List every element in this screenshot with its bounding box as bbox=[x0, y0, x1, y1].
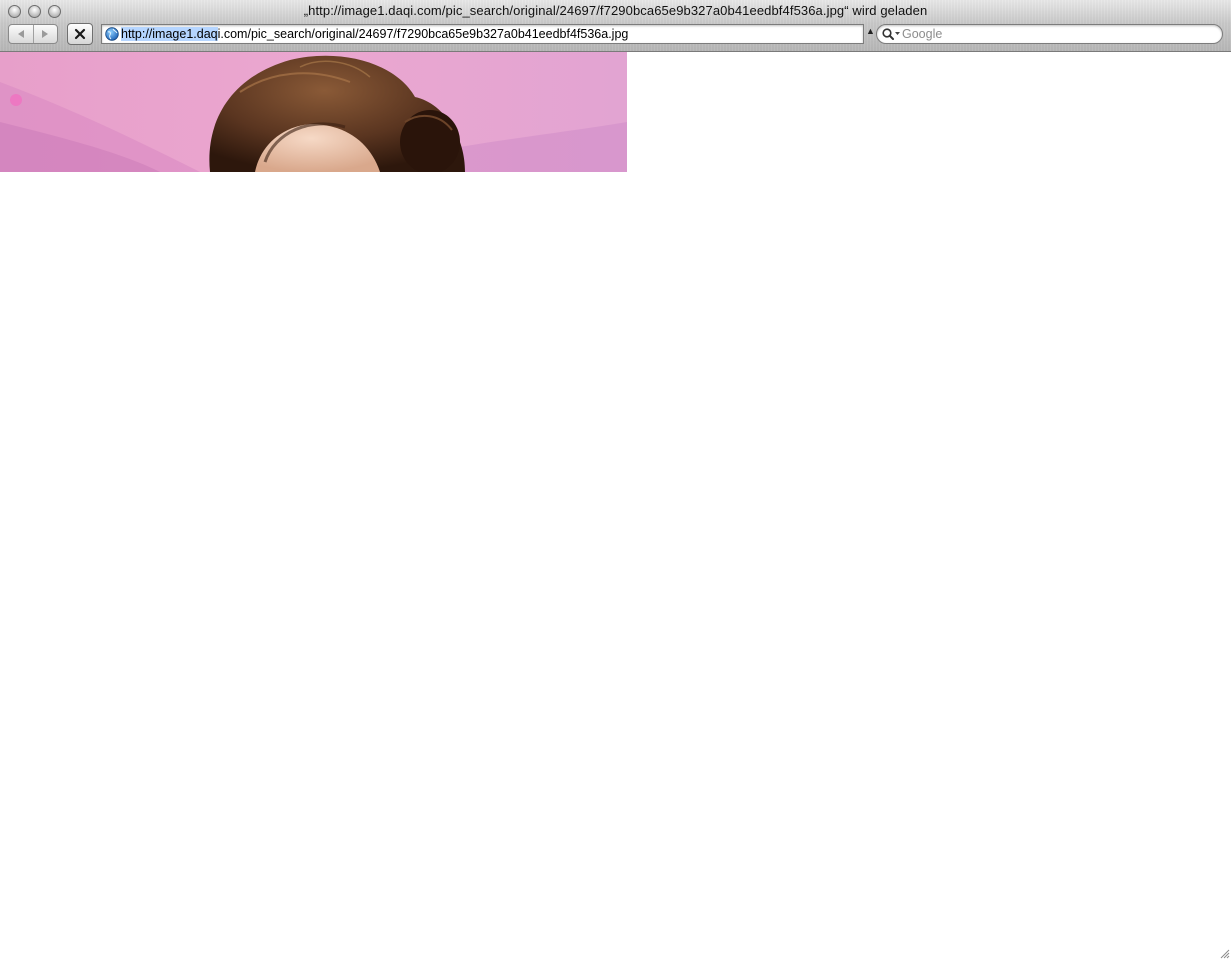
address-url-rest: i.com/pic_search/original/24697/f7290bca… bbox=[217, 27, 629, 41]
search-box[interactable] bbox=[876, 24, 1223, 44]
back-button[interactable] bbox=[9, 25, 33, 43]
partial-photo bbox=[0, 52, 627, 172]
magnifier-icon[interactable] bbox=[881, 27, 903, 41]
forward-button[interactable] bbox=[32, 25, 58, 43]
globe-icon bbox=[105, 27, 119, 41]
back-arrow-icon bbox=[17, 30, 24, 38]
resize-grip-icon[interactable] bbox=[1218, 947, 1230, 959]
snapback-chevron-icon[interactable]: ▲ bbox=[866, 26, 875, 36]
forward-arrow-icon bbox=[42, 30, 49, 38]
back-forward-group bbox=[8, 24, 58, 44]
address-url-selected: http://image1.daq bbox=[121, 27, 218, 41]
stop-x-icon bbox=[74, 28, 86, 40]
window-title: „http://image1.daqi.com/pic_search/origi… bbox=[303, 3, 928, 18]
stop-loading-button[interactable] bbox=[67, 23, 93, 45]
loading-image bbox=[0, 52, 627, 172]
window-toolbar: „http://image1.daqi.com/pic_search/origi… bbox=[0, 0, 1231, 52]
address-bar[interactable]: http://image1.daqi.com/pic_search/origin… bbox=[101, 24, 864, 44]
page-content bbox=[0, 52, 1231, 960]
search-input[interactable] bbox=[902, 26, 1212, 42]
address-url[interactable]: http://image1.daqi.com/pic_search/origin… bbox=[121, 26, 628, 42]
